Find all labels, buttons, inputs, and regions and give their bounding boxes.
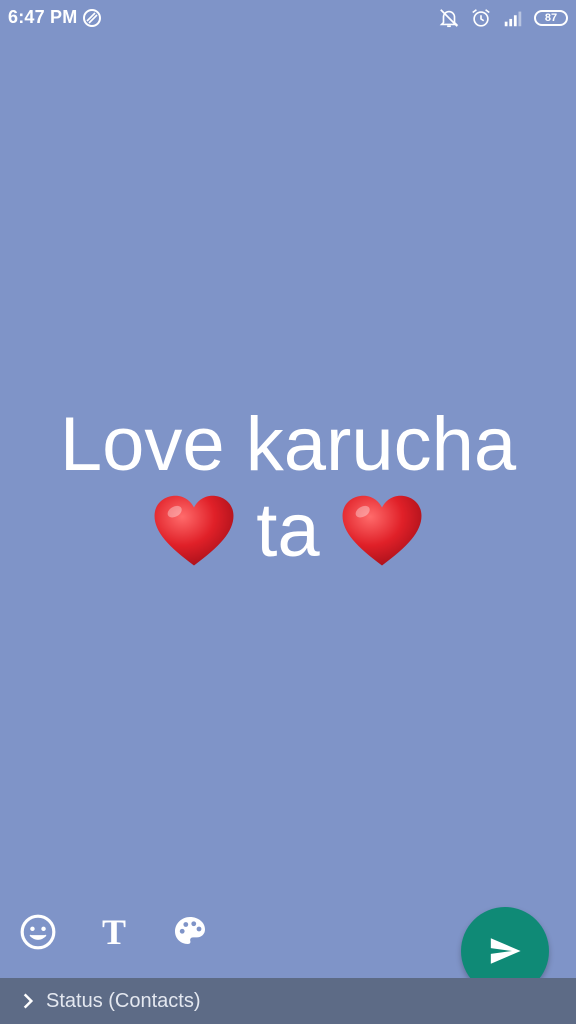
status-text-line-2: ta (0, 488, 576, 574)
status-text-line-1-text: Love karucha (59, 402, 517, 487)
text-tool-button[interactable]: T (92, 910, 136, 954)
sync-icon (83, 9, 101, 27)
battery-level: 87 (544, 11, 558, 24)
status-audience-label: Status (Contacts) (46, 989, 201, 1012)
bell-off-icon (439, 9, 459, 28)
clock: 6:47 PM (8, 7, 78, 27)
text-tool-icon: T (101, 912, 126, 952)
heart-emoji-icon (154, 495, 234, 566)
status-composer-screen: 6:47 PM 87 Love karucha ta T Status (Con… (0, 0, 576, 1024)
alarm-icon (472, 9, 490, 27)
emoji-button[interactable] (16, 910, 60, 954)
battery-icon: 87 (534, 10, 568, 26)
status-audience-bar[interactable]: Status (Contacts) (0, 978, 576, 1024)
send-icon (490, 938, 521, 964)
color-palette-button[interactable] (168, 910, 212, 954)
status-icons: 87 (438, 6, 568, 30)
signal-icon (504, 11, 522, 27)
composer-tools: T (0, 910, 300, 956)
status-text-line-2-text: ta (256, 488, 320, 573)
status-text-line-1: Love karucha (0, 402, 576, 488)
chevron-right-icon (23, 993, 34, 1009)
heart-emoji-icon (342, 495, 422, 566)
emoji-icon (20, 914, 56, 950)
system-status-bar: 6:47 PM 87 (0, 0, 576, 36)
palette-icon (175, 917, 205, 944)
status-text[interactable]: Love karucha ta (0, 402, 576, 574)
